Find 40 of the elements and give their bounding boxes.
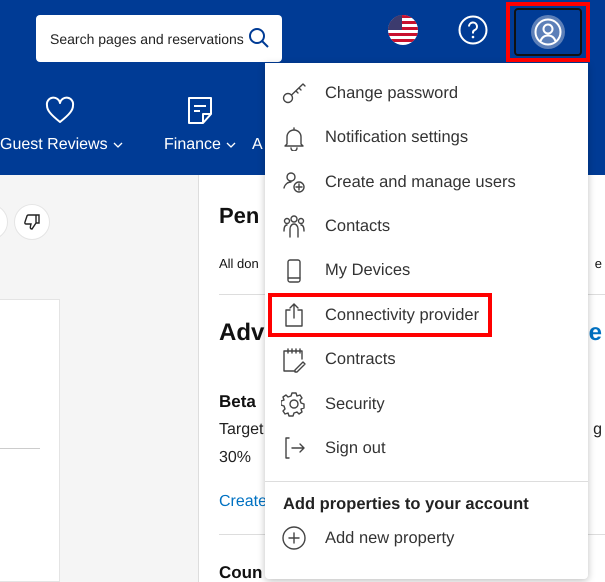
- status-text: All don: [219, 255, 259, 273]
- card-title: Coun: [219, 562, 262, 582]
- help-icon[interactable]: [458, 15, 488, 45]
- menu-item[interactable]: Add new property: [268, 516, 468, 561]
- menu-item[interactable]: Connectivity provider: [268, 292, 492, 338]
- menu-section-title: Add properties to your account: [282, 494, 529, 515]
- thumbs-down-button[interactable]: [14, 204, 50, 240]
- body-text: g: [593, 420, 602, 440]
- heart-icon: [44, 95, 76, 125]
- contract-icon: [281, 346, 307, 373]
- menu-item[interactable]: Contracts: [268, 337, 409, 382]
- gear-icon: [281, 390, 307, 417]
- search-icon: [248, 27, 270, 49]
- nav-tab[interactable]: Finance: [164, 133, 236, 157]
- thumbs-down-icon: [22, 212, 42, 232]
- card-title: Beta: [219, 390, 256, 412]
- add-icon: [281, 525, 307, 552]
- flag-icon[interactable]: [388, 15, 418, 45]
- menu-item[interactable]: Notification settings: [268, 115, 482, 160]
- create-link[interactable]: Create: [219, 490, 268, 514]
- menu-item[interactable]: Sign out: [268, 426, 399, 471]
- chevron-down-icon: [226, 142, 236, 148]
- menu-item[interactable]: My Devices: [268, 248, 424, 293]
- body-text: 30%: [219, 448, 252, 468]
- section-title: Adv: [219, 318, 264, 348]
- nav-tab[interactable]: A: [252, 133, 263, 157]
- chevron-down-icon: [112, 142, 123, 148]
- menu-item[interactable]: Create and manage users: [268, 160, 529, 204]
- more-link[interactable]: e: [588, 314, 602, 350]
- body-text: e: [594, 255, 602, 273]
- body-text: Target: [219, 420, 264, 440]
- user-icon: [531, 15, 565, 49]
- section-title: Pen: [219, 202, 260, 230]
- menu-item[interactable]: Contacts: [268, 204, 404, 249]
- menu-item[interactable]: Change password: [268, 71, 471, 116]
- account-button[interactable]: [514, 8, 582, 56]
- search-field[interactable]: Search pages and reservations: [36, 15, 282, 62]
- nav-tab[interactable]: Guest Reviews: [0, 133, 123, 157]
- menu-item[interactable]: Security: [268, 382, 398, 426]
- people-icon: [281, 213, 307, 240]
